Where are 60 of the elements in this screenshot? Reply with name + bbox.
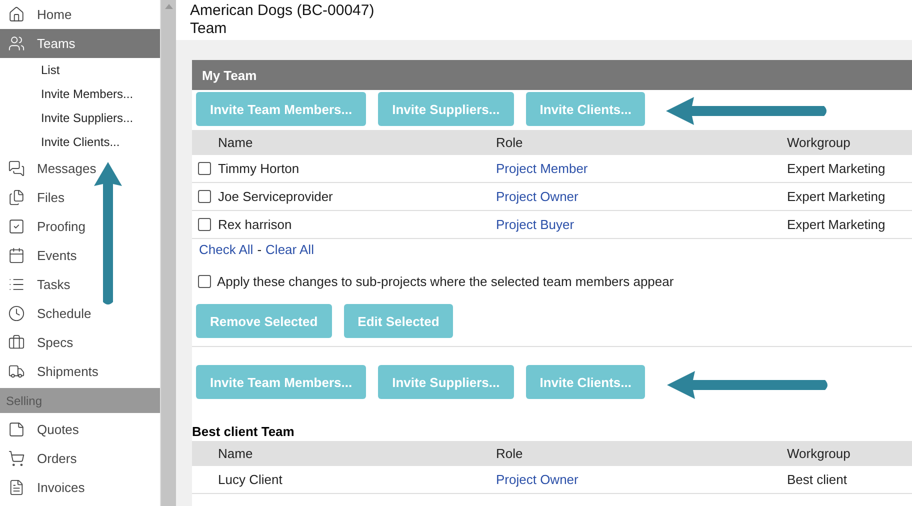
apply-label: Apply these changes to sub-projects where the selected team members appear bbox=[217, 274, 674, 289]
row-checkbox[interactable] bbox=[198, 218, 211, 231]
home-icon bbox=[8, 6, 25, 23]
nav-item[interactable]: Tasks bbox=[0, 270, 160, 299]
submenu-item[interactable]: Invite Clients... bbox=[0, 130, 160, 154]
nav-item[interactable]: Specs bbox=[0, 328, 160, 357]
document-icon bbox=[8, 479, 25, 496]
check-all-link[interactable]: Check All bbox=[199, 242, 254, 260]
apply-checkbox[interactable] bbox=[198, 275, 211, 288]
clock-icon bbox=[8, 305, 25, 322]
nav-item[interactable]: Home bbox=[0, 0, 160, 29]
column-header: Role bbox=[496, 135, 524, 150]
submenu-item[interactable]: Invite Members... bbox=[0, 82, 160, 106]
nav-item[interactable]: Invoices bbox=[0, 473, 160, 502]
column-header: Name bbox=[217, 446, 254, 461]
nav-item[interactable]: Teams bbox=[0, 29, 160, 58]
nav-item[interactable]: Events bbox=[0, 241, 160, 270]
role-link[interactable]: Project Buyer bbox=[496, 217, 787, 232]
nav-item[interactable]: Shipments bbox=[0, 357, 160, 386]
nav-item[interactable]: Messages bbox=[0, 154, 160, 183]
submenu-item[interactable]: Invite Suppliers... bbox=[0, 106, 160, 130]
truck-icon bbox=[8, 363, 25, 380]
name-cell: Joe Serviceprovider bbox=[218, 189, 333, 204]
column-header: Name bbox=[217, 135, 254, 150]
nav-item[interactable]: Orders bbox=[0, 444, 160, 473]
note-icon bbox=[8, 421, 25, 438]
scrollbar[interactable] bbox=[160, 0, 176, 506]
row-checkbox[interactable] bbox=[198, 190, 211, 203]
column-header: Role bbox=[496, 446, 524, 461]
workgroup-cell-text: Expert Marketing bbox=[787, 189, 886, 204]
nav-item[interactable]: Quotes bbox=[0, 415, 160, 444]
people-icon bbox=[8, 35, 25, 52]
name-cell-text: Lucy Client bbox=[217, 472, 284, 487]
role-link[interactable]: Project Owner bbox=[496, 189, 787, 204]
page-title: American Dogs (BC-00047) bbox=[190, 2, 376, 20]
workgroup-cell-text: Expert Marketing bbox=[787, 217, 886, 232]
role-link[interactable]: Project Member bbox=[496, 161, 787, 176]
section-header: Selling bbox=[0, 388, 160, 413]
workgroup-cell-text: Expert Marketing bbox=[787, 161, 886, 176]
calendar-icon bbox=[8, 247, 25, 264]
column-header: Workgroup bbox=[787, 135, 852, 150]
checkbox-icon bbox=[8, 218, 25, 235]
nav-item[interactable]: Files bbox=[0, 183, 160, 212]
submenu-item[interactable]: List bbox=[0, 58, 160, 82]
workgroup-cell-text: Best client bbox=[787, 472, 848, 487]
chat-bubbles-icon bbox=[8, 160, 25, 177]
cart-icon bbox=[8, 450, 25, 467]
briefcase-icon bbox=[8, 334, 25, 351]
nav-item[interactable]: Proofing bbox=[0, 212, 160, 241]
separator-text: - bbox=[257, 242, 262, 259]
column-header: Workgroup bbox=[787, 446, 852, 461]
clear-all-link[interactable]: Clear All bbox=[266, 242, 314, 260]
row-checkbox[interactable] bbox=[198, 162, 211, 175]
role-link[interactable]: Project Owner bbox=[496, 472, 787, 487]
name-cell: Rex harrison bbox=[218, 217, 292, 232]
nav-item[interactable]: Schedule bbox=[0, 299, 160, 328]
page-subtitle: Team bbox=[190, 20, 228, 38]
documents-icon bbox=[8, 189, 25, 206]
panel-title: My Team bbox=[192, 60, 912, 90]
name-cell: Timmy Horton bbox=[218, 161, 300, 176]
